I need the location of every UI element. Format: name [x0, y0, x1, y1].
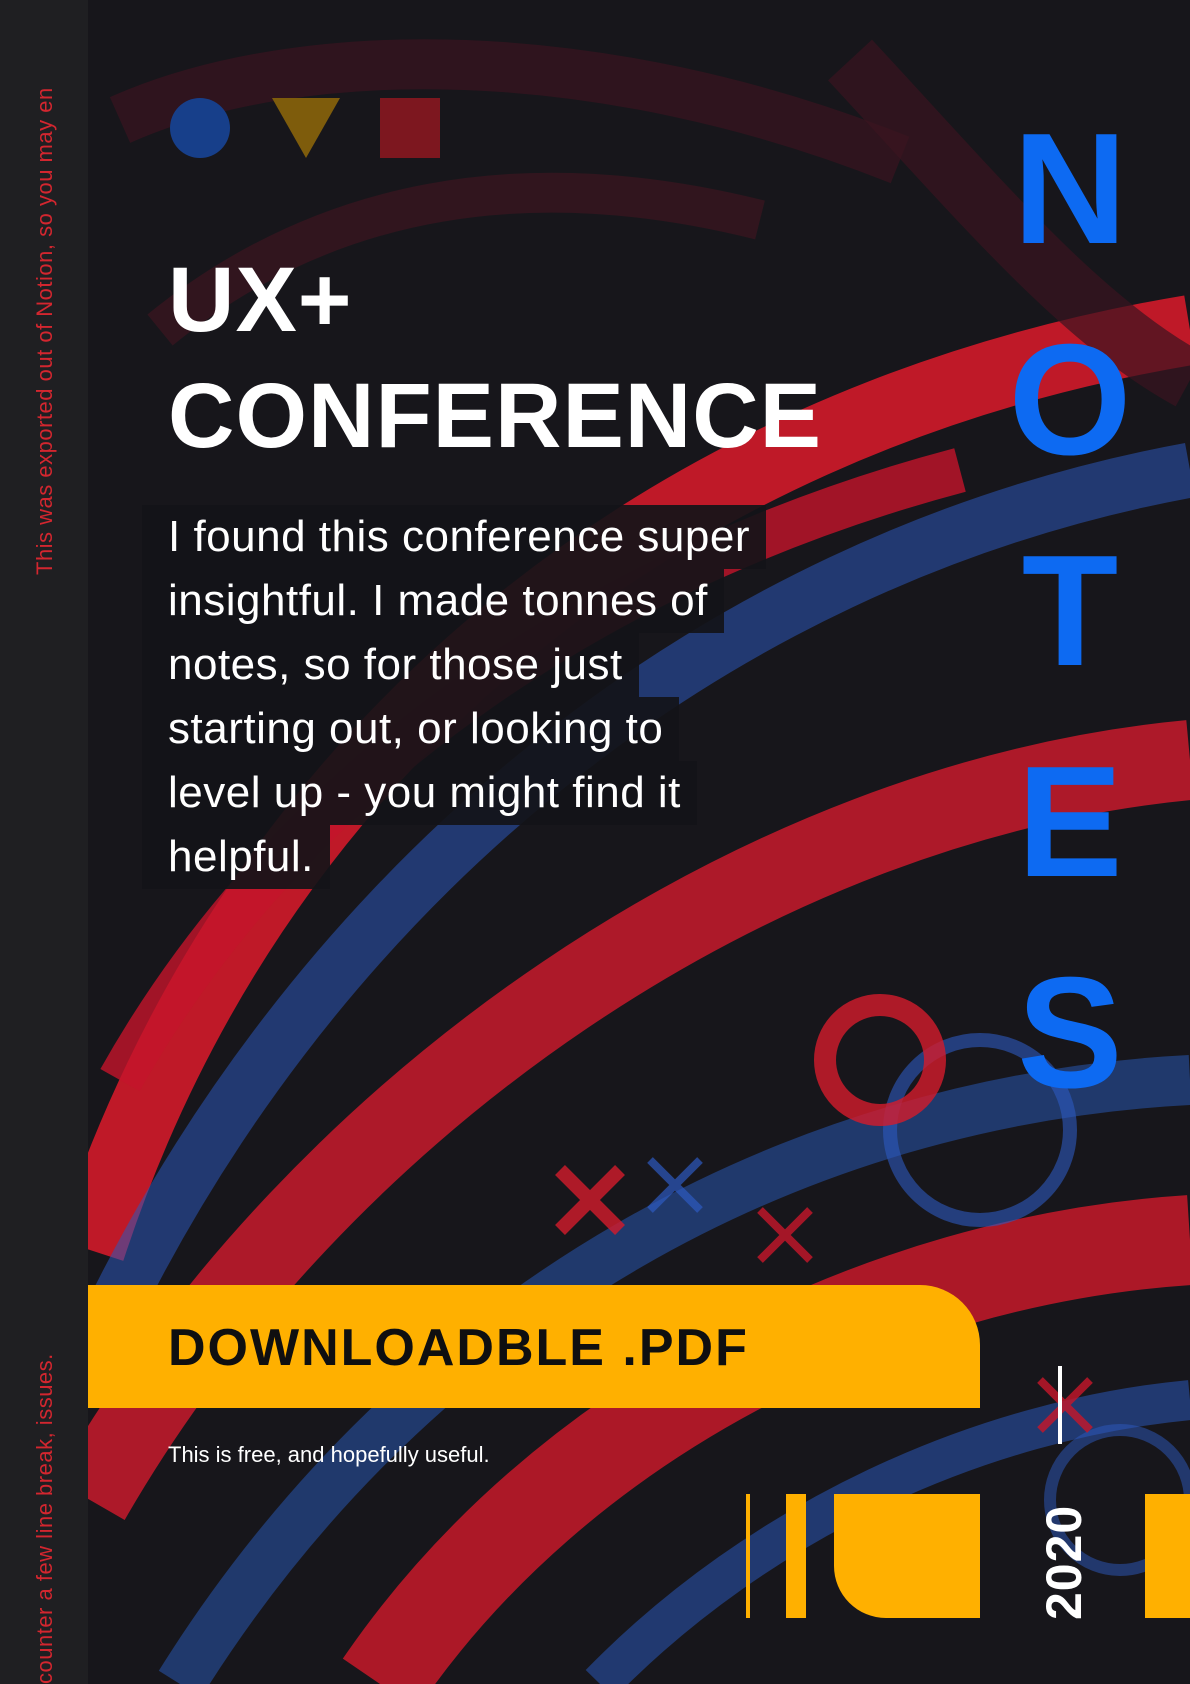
notes-letter: E: [1017, 734, 1123, 910]
notes-vertical-heading: N O T E S: [995, 84, 1145, 1139]
free-note: This is free, and hopefully useful.: [168, 1442, 490, 1467]
page-title: UX+ CONFERENCE: [168, 242, 822, 474]
decorative-bar: [786, 1494, 806, 1618]
notes-letter: S: [1017, 945, 1123, 1121]
notes-letter: N: [1012, 101, 1128, 277]
circle-shape-icon: [170, 98, 230, 158]
intro-line: I found this conference super: [142, 505, 766, 569]
year-label: 2020: [1036, 1504, 1092, 1620]
title-line-2: CONFERENCE: [168, 365, 823, 467]
square-shape-icon: [380, 98, 440, 158]
download-pdf-label: DOWNLOADBLE .PDF: [168, 1319, 749, 1377]
download-pdf-banner[interactable]: DOWNLOADBLE .PDF: [88, 1285, 980, 1408]
notes-letter: O: [1008, 312, 1132, 488]
intro-line: level up - you might find it: [142, 761, 697, 825]
decorative-thin-bar: [746, 1494, 750, 1618]
shape-icons: [170, 98, 450, 160]
export-note-top: This was exported out of Notion, so you …: [32, 87, 57, 575]
decorative-block: [834, 1494, 980, 1618]
year-divider: [1058, 1366, 1062, 1444]
intro-paragraph: I found this conference super insightful…: [142, 505, 902, 889]
notes-cover-page: This was exported out of Notion, so you …: [0, 0, 1190, 1684]
triangle-shape-icon: [272, 98, 340, 158]
intro-line: notes, so for those just: [142, 633, 639, 697]
export-note-bottom: counter a few line break, issues.: [32, 1353, 57, 1684]
intro-line: insightful. I made tonnes of: [142, 569, 724, 633]
intro-line: starting out, or looking to: [142, 697, 680, 761]
intro-line: helpful.: [142, 825, 330, 889]
decorative-edge-block: [1145, 1494, 1190, 1618]
title-line-1: UX+: [168, 249, 353, 351]
notes-letter: T: [1021, 523, 1119, 699]
